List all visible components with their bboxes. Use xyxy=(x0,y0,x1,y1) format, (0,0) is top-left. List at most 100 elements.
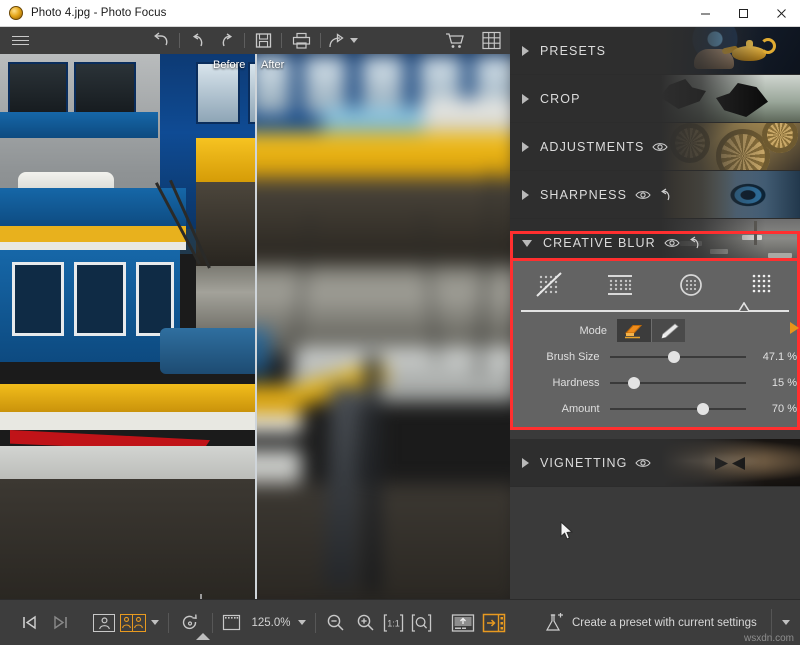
slider-row-brush-size: Brush Size 47.1 % xyxy=(513,345,797,368)
chevron-down-icon xyxy=(522,239,532,247)
chevron-right-icon xyxy=(522,46,529,56)
single-view-icon xyxy=(93,613,116,632)
brush-tool-button[interactable] xyxy=(651,319,685,342)
no-blur-icon xyxy=(535,272,562,297)
amount-label: Amount xyxy=(561,402,600,415)
toolbar-separator xyxy=(315,612,316,633)
slider-handle[interactable] xyxy=(627,376,640,389)
rotate-icon xyxy=(183,613,198,629)
amount-value: 70 % xyxy=(771,402,797,415)
create-preset-label: Create a preset with current settings xyxy=(572,616,757,629)
panel-expand-arrow-icon[interactable] xyxy=(790,322,799,334)
maximize-icon[interactable] xyxy=(724,0,762,27)
revert-button[interactable] xyxy=(145,27,177,54)
mode-label: Mode xyxy=(579,324,607,337)
fit-icon xyxy=(411,613,432,632)
window-title: Photo 4.jpg - Photo Focus xyxy=(31,7,167,19)
previous-icon xyxy=(23,615,36,630)
image-preview-canvas[interactable]: Before After xyxy=(0,54,510,599)
zoom-level-value: 125.0% xyxy=(251,616,291,629)
zoom-level-dropdown[interactable] xyxy=(295,600,311,645)
fit-to-window-button[interactable] xyxy=(408,600,436,645)
create-preset-button[interactable]: Create a preset with current settings xyxy=(510,600,771,645)
before-label: Before xyxy=(213,59,246,71)
before-after-divider[interactable] xyxy=(255,54,257,599)
menu-button[interactable] xyxy=(0,27,40,54)
zoom-out-icon xyxy=(327,614,344,631)
visibility-eye-icon[interactable] xyxy=(664,237,680,249)
preview-before-pane[interactable] xyxy=(0,54,255,599)
previous-image-button[interactable] xyxy=(14,600,45,645)
share-arrow-icon xyxy=(329,32,344,47)
panel-section-sharpness[interactable]: SHARPNESS xyxy=(510,171,800,219)
grid-button[interactable] xyxy=(472,27,510,54)
brush-size-slider[interactable] xyxy=(609,350,746,364)
visibility-eye-icon[interactable] xyxy=(652,141,669,153)
printer-icon xyxy=(292,32,310,49)
chevron-right-icon xyxy=(522,458,529,468)
eraser-tool-button[interactable] xyxy=(617,319,651,342)
harbour-photo-blurred xyxy=(257,54,510,599)
mode-buttons xyxy=(617,319,685,342)
chevron-down-icon xyxy=(782,620,790,625)
compare-button[interactable] xyxy=(448,600,479,645)
chevron-down-icon xyxy=(298,620,307,625)
section-title: CREATIVE BLUR xyxy=(543,236,656,250)
panel-section-vignetting[interactable]: VIGNETTING xyxy=(510,439,800,487)
cart-button[interactable] xyxy=(436,27,472,54)
close-icon[interactable] xyxy=(762,0,800,27)
toolbar-separator xyxy=(281,33,282,48)
reset-section-icon[interactable] xyxy=(657,188,672,202)
panel-section-presets[interactable]: PRESETS xyxy=(510,27,800,75)
blur-type-linear[interactable] xyxy=(584,261,655,309)
save-button[interactable] xyxy=(247,27,279,54)
actual-size-button[interactable]: 1:1 xyxy=(380,600,408,645)
zoom-out-button[interactable] xyxy=(321,600,350,645)
watermark: wsxdn.com xyxy=(743,633,794,644)
radial-blur-icon xyxy=(679,274,702,296)
blur-type-no-blur[interactable] xyxy=(513,261,584,309)
blur-type-radial[interactable] xyxy=(655,261,726,309)
one-to-one-icon: 1:1 xyxy=(384,613,404,632)
zoom-in-button[interactable] xyxy=(350,600,379,645)
mode-row: Mode xyxy=(513,319,797,342)
panel-section-crop[interactable]: CROP xyxy=(510,75,800,123)
reset-section-icon[interactable] xyxy=(686,236,701,250)
slider-handle[interactable] xyxy=(696,402,709,415)
toolbar-separator xyxy=(179,33,180,48)
split-view-dropdown[interactable] xyxy=(147,600,163,645)
flask-plus-icon xyxy=(544,612,564,633)
undo-button[interactable] xyxy=(182,27,212,54)
selection-box-button[interactable] xyxy=(218,600,246,645)
split-view-icon xyxy=(119,613,146,632)
single-view-button[interactable] xyxy=(90,600,118,645)
redo-button[interactable] xyxy=(212,27,242,54)
toolbar-expand-caret[interactable] xyxy=(196,633,210,640)
next-image-button[interactable] xyxy=(45,600,76,645)
hardness-value: 15 % xyxy=(771,376,797,389)
split-view-button[interactable] xyxy=(118,600,147,645)
slider-handle[interactable] xyxy=(667,350,680,363)
brush-size-label: Brush Size xyxy=(546,350,600,363)
chevron-down-icon xyxy=(350,38,358,43)
print-button[interactable] xyxy=(284,27,318,54)
brush-size-value: 47.1 % xyxy=(762,350,797,363)
preview-after-pane[interactable] xyxy=(257,54,510,599)
share-button[interactable] xyxy=(323,27,363,54)
hardness-slider[interactable] xyxy=(609,376,746,390)
creative-blur-content: Mode Brush Size 47.1 % Hardness 15 % Amo… xyxy=(513,261,797,427)
visibility-eye-icon[interactable] xyxy=(635,189,651,201)
slider-row-hardness: Hardness 15 % xyxy=(513,371,797,394)
visibility-eye-icon[interactable] xyxy=(635,457,652,469)
slider-track xyxy=(609,407,746,410)
bottom-toolbar: 125.0% 1:1 xyxy=(0,599,510,645)
minimize-icon[interactable] xyxy=(686,0,724,27)
next-icon xyxy=(54,615,68,630)
creative-blur-panel: Mode Brush Size 47.1 % Hardness 15 % Amo… xyxy=(510,258,800,430)
panel-section-adjustments[interactable]: ADJUSTMENTS xyxy=(510,123,800,171)
section-title: CROP xyxy=(540,92,581,106)
chevron-right-icon xyxy=(522,190,529,200)
amount-slider[interactable] xyxy=(609,402,746,416)
panel-toggle-button[interactable] xyxy=(479,600,510,645)
toolbar-separator xyxy=(168,612,169,633)
